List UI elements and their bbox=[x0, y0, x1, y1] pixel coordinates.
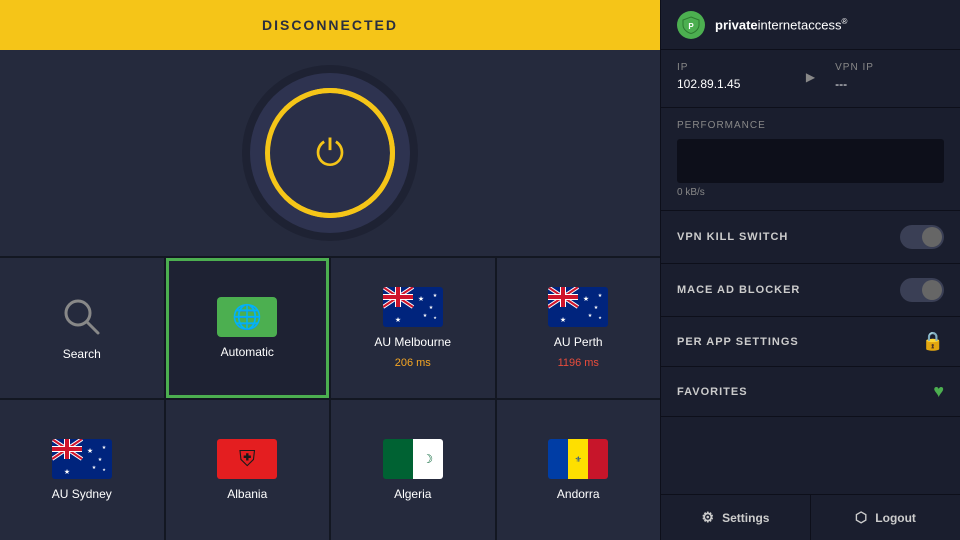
kill-switch-row: VPN KILL SWITCH bbox=[661, 211, 960, 264]
location-grid: Search 🌐 Automatic bbox=[0, 256, 660, 540]
au-melbourne-cell[interactable]: ★ ★ ★ ★ ★ ★ AU Melbourne 206 ms bbox=[331, 258, 495, 398]
settings-button-label: Settings bbox=[722, 511, 769, 525]
au-melbourne-latency: 206 ms bbox=[395, 357, 431, 369]
svg-text:★: ★ bbox=[423, 313, 428, 319]
algeria-cell[interactable]: ☽ Algeria bbox=[331, 400, 495, 540]
vpn-ip-value: --- bbox=[835, 77, 944, 91]
algeria-label: Algeria bbox=[394, 487, 431, 501]
albania-label: Albania bbox=[227, 487, 267, 501]
right-panel: P privateinternetaccess® IP 102.89.1.45 … bbox=[660, 0, 960, 540]
au-sydney-flag: ★ ★ ★ ★ ★ ★ bbox=[52, 439, 112, 479]
svg-text:★: ★ bbox=[64, 468, 70, 476]
svg-text:★: ★ bbox=[102, 445, 107, 451]
svg-text:★: ★ bbox=[433, 293, 438, 299]
svg-text:★: ★ bbox=[395, 316, 401, 324]
logout-icon: ⬡ bbox=[855, 509, 867, 526]
au-perth-latency: 1196 ms bbox=[558, 357, 599, 369]
kill-switch-toggle[interactable] bbox=[900, 225, 944, 249]
lock-icon: 🔒 bbox=[922, 331, 944, 352]
vpn-ip-label: VPN IP bbox=[835, 62, 944, 73]
svg-text:★: ★ bbox=[588, 313, 593, 319]
au-melbourne-flag: ★ ★ ★ ★ ★ ★ bbox=[383, 287, 443, 327]
algeria-flag: ☽ bbox=[383, 439, 443, 479]
power-icon: ⏻ bbox=[316, 135, 344, 171]
performance-label: PERFORMANCE bbox=[677, 120, 944, 131]
per-app-label: PER APP SETTINGS bbox=[677, 336, 799, 348]
logout-button[interactable]: ⬡ Logout bbox=[811, 495, 960, 540]
ip-section: IP 102.89.1.45 ▶ VPN IP --- bbox=[661, 50, 960, 108]
favorites-label: FAVORITES bbox=[677, 386, 748, 398]
svg-text:★: ★ bbox=[418, 295, 424, 303]
svg-text:★: ★ bbox=[92, 465, 97, 471]
au-sydney-label: AU Sydney bbox=[52, 487, 112, 501]
ip-label: IP bbox=[677, 62, 786, 73]
automatic-cell[interactable]: 🌐 Automatic bbox=[166, 258, 330, 398]
bottom-buttons: ⚙ Settings ⬡ Logout bbox=[661, 494, 960, 540]
ip-value: 102.89.1.45 bbox=[677, 77, 786, 91]
settings-button[interactable]: ⚙ Settings bbox=[661, 495, 811, 540]
performance-bar bbox=[677, 139, 944, 183]
vpn-ip-col: VPN IP --- bbox=[835, 62, 944, 91]
globe-icon-container: 🌐 bbox=[217, 297, 277, 337]
au-perth-flag: ★ ★ ★ ★ ★ ★ bbox=[548, 287, 608, 327]
ip-col: IP 102.89.1.45 bbox=[677, 62, 786, 91]
pia-brand-text: privateinternetaccess® bbox=[715, 17, 847, 32]
andorra-flag-icon: ⚜ bbox=[548, 439, 608, 479]
status-banner[interactable]: DISCONNECTED bbox=[0, 0, 660, 50]
albania-cell[interactable]: ⛨ Albania bbox=[166, 400, 330, 540]
svg-text:★: ★ bbox=[583, 295, 589, 303]
algeria-flag-icon: ☽ bbox=[383, 439, 443, 479]
favorites-row[interactable]: FAVORITES ♥ bbox=[661, 367, 960, 417]
per-app-row[interactable]: PER APP SETTINGS 🔒 bbox=[661, 317, 960, 367]
albania-flag-icon: ⛨ bbox=[217, 439, 277, 479]
andorra-cell[interactable]: ⚜ Andorra bbox=[497, 400, 661, 540]
svg-text:★: ★ bbox=[87, 447, 93, 455]
right-header: P privateinternetaccess® bbox=[661, 0, 960, 50]
arrow-icon: ▶ bbox=[806, 62, 815, 91]
performance-value: 0 kB/s bbox=[677, 187, 944, 198]
search-icon bbox=[60, 295, 104, 339]
settings-gear-icon: ⚙ bbox=[702, 509, 715, 526]
svg-text:★: ★ bbox=[102, 467, 106, 472]
left-panel: DISCONNECTED ⏻ Search 🌐 Automatic bbox=[0, 0, 660, 540]
svg-text:★: ★ bbox=[598, 293, 603, 299]
power-section: ⏻ bbox=[0, 50, 660, 256]
mace-knob bbox=[922, 280, 942, 300]
performance-section: PERFORMANCE 0 kB/s bbox=[661, 108, 960, 211]
au-perth-cell[interactable]: ★ ★ ★ ★ ★ ★ AU Perth 1196 ms bbox=[497, 258, 661, 398]
svg-text:★: ★ bbox=[594, 305, 599, 311]
svg-text:★: ★ bbox=[98, 457, 103, 463]
mace-row: MACE AD BLOCKER bbox=[661, 264, 960, 317]
au-sydney-cell[interactable]: ★ ★ ★ ★ ★ ★ AU Sydney bbox=[0, 400, 164, 540]
power-button[interactable]: ⏻ bbox=[250, 73, 410, 233]
au-perth-flag-icon: ★ ★ ★ ★ ★ ★ bbox=[548, 287, 608, 327]
logout-button-label: Logout bbox=[875, 511, 916, 525]
svg-text:★: ★ bbox=[429, 305, 434, 311]
albania-flag: ⛨ bbox=[217, 439, 277, 479]
andorra-flag: ⚜ bbox=[548, 439, 608, 479]
au-perth-label: AU Perth bbox=[554, 335, 603, 349]
heart-icon: ♥ bbox=[933, 381, 944, 402]
power-ring: ⏻ bbox=[265, 88, 395, 218]
svg-text:★: ★ bbox=[560, 316, 566, 324]
svg-text:★: ★ bbox=[433, 315, 437, 320]
kill-switch-label: VPN KILL SWITCH bbox=[677, 231, 788, 243]
mace-label: MACE AD BLOCKER bbox=[677, 284, 800, 296]
au-sydney-flag-icon: ★ ★ ★ ★ ★ ★ bbox=[52, 439, 112, 479]
search-cell[interactable]: Search bbox=[0, 258, 164, 398]
toggle-knob bbox=[922, 227, 942, 247]
svg-text:★: ★ bbox=[598, 315, 602, 320]
mace-toggle[interactable] bbox=[900, 278, 944, 302]
au-melbourne-label: AU Melbourne bbox=[374, 335, 451, 349]
globe-icon: 🌐 bbox=[232, 303, 262, 332]
pia-logo-icon: P bbox=[677, 11, 705, 39]
search-label: Search bbox=[63, 347, 101, 361]
au-flag-icon: ★ ★ ★ ★ ★ ★ bbox=[383, 287, 443, 327]
automatic-label: Automatic bbox=[221, 345, 274, 359]
status-text: DISCONNECTED bbox=[262, 17, 398, 33]
svg-text:P: P bbox=[688, 22, 694, 31]
andorra-label: Andorra bbox=[557, 487, 600, 501]
shield-icon: P bbox=[682, 16, 700, 34]
